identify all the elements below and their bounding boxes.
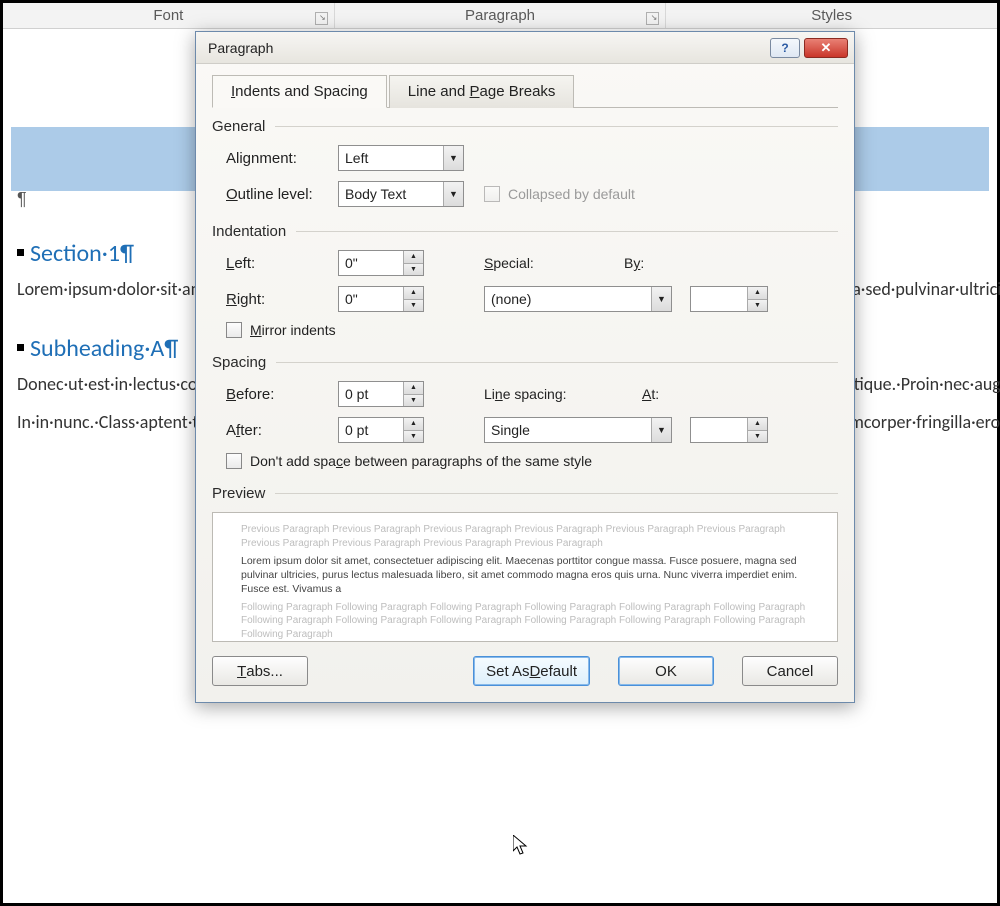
spacing-after-spin[interactable]: 0 pt ▲▼ (338, 417, 424, 443)
spacing-after-label: After: (226, 422, 338, 439)
spin-up-icon[interactable]: ▲ (404, 418, 423, 431)
section-spacing: Spacing Before: 0 pt ▲▼ Line spacing: At… (212, 354, 838, 469)
section-title: General (212, 118, 265, 135)
ribbon-label: Font (153, 7, 183, 24)
preview-box: Previous Paragraph Previous Paragraph Pr… (212, 512, 838, 642)
spin-up-icon[interactable]: ▲ (748, 287, 767, 300)
collapsed-checkbox (484, 186, 500, 202)
special-label: Special: (484, 255, 624, 271)
set-as-default-button[interactable]: Set As Default (473, 656, 590, 686)
preview-following: Following Paragraph Following Paragraph … (241, 601, 809, 642)
chevron-down-icon: ▼ (651, 418, 671, 442)
section-title: Spacing (212, 354, 266, 371)
ribbon: Font ↘ Paragraph ↘ Styles (3, 3, 997, 29)
section-title: Preview (212, 485, 265, 502)
by-label: By: (624, 255, 694, 271)
paragraph-dialog: Paragraph ? ✕ Indents and Spacing Line a… (195, 31, 855, 703)
line-spacing-combo[interactable]: Single ▼ (484, 417, 672, 443)
ribbon-label: Paragraph (465, 7, 535, 24)
indent-right-spin[interactable]: 0" ▲▼ (338, 286, 424, 312)
spin-up-icon[interactable]: ▲ (404, 287, 423, 300)
tab-indents-spacing[interactable]: Indents and Spacing (212, 75, 387, 108)
chevron-down-icon: ▼ (443, 146, 463, 170)
ribbon-label: Styles (811, 7, 852, 24)
no-space-same-style-checkbox[interactable] (226, 453, 242, 469)
spin-value: 0" (339, 255, 403, 271)
at-spin[interactable]: ▲▼ (690, 417, 768, 443)
spin-value: 0" (339, 291, 403, 307)
spin-up-icon[interactable]: ▲ (404, 382, 423, 395)
dialog-launcher-icon[interactable]: ↘ (315, 12, 328, 25)
spin-down-icon[interactable]: ▼ (404, 300, 423, 312)
by-spin[interactable]: ▲▼ (690, 286, 768, 312)
chevron-down-icon: ▼ (651, 287, 671, 311)
preview-sample: Lorem ipsum dolor sit amet, consectetuer… (241, 554, 809, 597)
combo-value: Body Text (339, 186, 443, 202)
no-space-same-style-label: Don't add space between paragraphs of th… (250, 453, 592, 469)
combo-value: (none) (485, 291, 651, 307)
collapsed-label: Collapsed by default (508, 186, 635, 202)
close-button[interactable]: ✕ (804, 38, 848, 58)
divider (275, 126, 838, 127)
mirror-indents-checkbox[interactable] (226, 322, 242, 338)
spin-value: 0 pt (339, 422, 403, 438)
tab-line-page-breaks[interactable]: Line and Page Breaks (389, 75, 575, 108)
special-combo[interactable]: (none) ▼ (484, 286, 672, 312)
spacing-before-spin[interactable]: 0 pt ▲▼ (338, 381, 424, 407)
bullet-icon (17, 249, 24, 256)
spacing-before-label: Before: (226, 386, 338, 403)
alignment-label: Alignment: (226, 150, 338, 167)
ok-button[interactable]: OK (618, 656, 714, 686)
ribbon-group-styles: Styles (666, 3, 997, 28)
line-spacing-label: Line spacing: (484, 386, 642, 402)
dialog-tabs: Indents and Spacing Line and Page Breaks (212, 74, 838, 108)
indent-right-label: Right: (226, 291, 338, 308)
section-indentation: Indentation Left: 0" ▲▼ Special: By: Rig… (212, 223, 838, 338)
indent-left-spin[interactable]: 0" ▲▼ (338, 250, 424, 276)
dialog-buttons: Tabs... Set As Default OK Cancel (212, 656, 838, 686)
spin-down-icon[interactable]: ▼ (748, 300, 767, 312)
dialog-title: Paragraph (208, 40, 766, 56)
combo-value: Single (485, 422, 651, 438)
spin-down-icon[interactable]: ▼ (404, 431, 423, 443)
combo-value: Left (339, 150, 443, 166)
outline-level-combo[interactable]: Body Text ▼ (338, 181, 464, 207)
spin-value: 0 pt (339, 386, 403, 402)
chevron-down-icon: ▼ (443, 182, 463, 206)
spin-up-icon[interactable]: ▲ (748, 418, 767, 431)
bullet-icon (17, 344, 24, 351)
ribbon-group-paragraph: Paragraph ↘ (335, 3, 667, 28)
indent-left-label: Left: (226, 255, 338, 272)
spin-up-icon[interactable]: ▲ (404, 251, 423, 264)
mirror-indents-label: Mirror indents (250, 322, 336, 338)
preview-previous: Previous Paragraph Previous Paragraph Pr… (241, 523, 809, 550)
at-label: At: (642, 386, 659, 402)
heading-text: Subheading·A¶ (30, 334, 178, 363)
heading-text: Section·1¶ (30, 239, 134, 268)
spin-down-icon[interactable]: ▼ (404, 264, 423, 276)
titlebar[interactable]: Paragraph ? ✕ (196, 32, 854, 64)
dialog-body: Indents and Spacing Line and Page Breaks… (196, 64, 854, 702)
spin-down-icon[interactable]: ▼ (748, 431, 767, 443)
ribbon-group-font: Font ↘ (3, 3, 335, 28)
outline-level-label: Outline level: (226, 186, 338, 203)
divider (276, 362, 838, 363)
spin-down-icon[interactable]: ▼ (404, 395, 423, 407)
divider (275, 493, 838, 494)
help-button[interactable]: ? (770, 38, 800, 58)
section-title: Indentation (212, 223, 286, 240)
section-general: General Alignment: Left ▼ Outline level:… (212, 118, 838, 207)
dialog-launcher-icon[interactable]: ↘ (646, 12, 659, 25)
divider (296, 231, 838, 232)
alignment-combo[interactable]: Left ▼ (338, 145, 464, 171)
section-preview: Preview Previous Paragraph Previous Para… (212, 485, 838, 642)
tabs-button[interactable]: Tabs... (212, 656, 308, 686)
cancel-button[interactable]: Cancel (742, 656, 838, 686)
